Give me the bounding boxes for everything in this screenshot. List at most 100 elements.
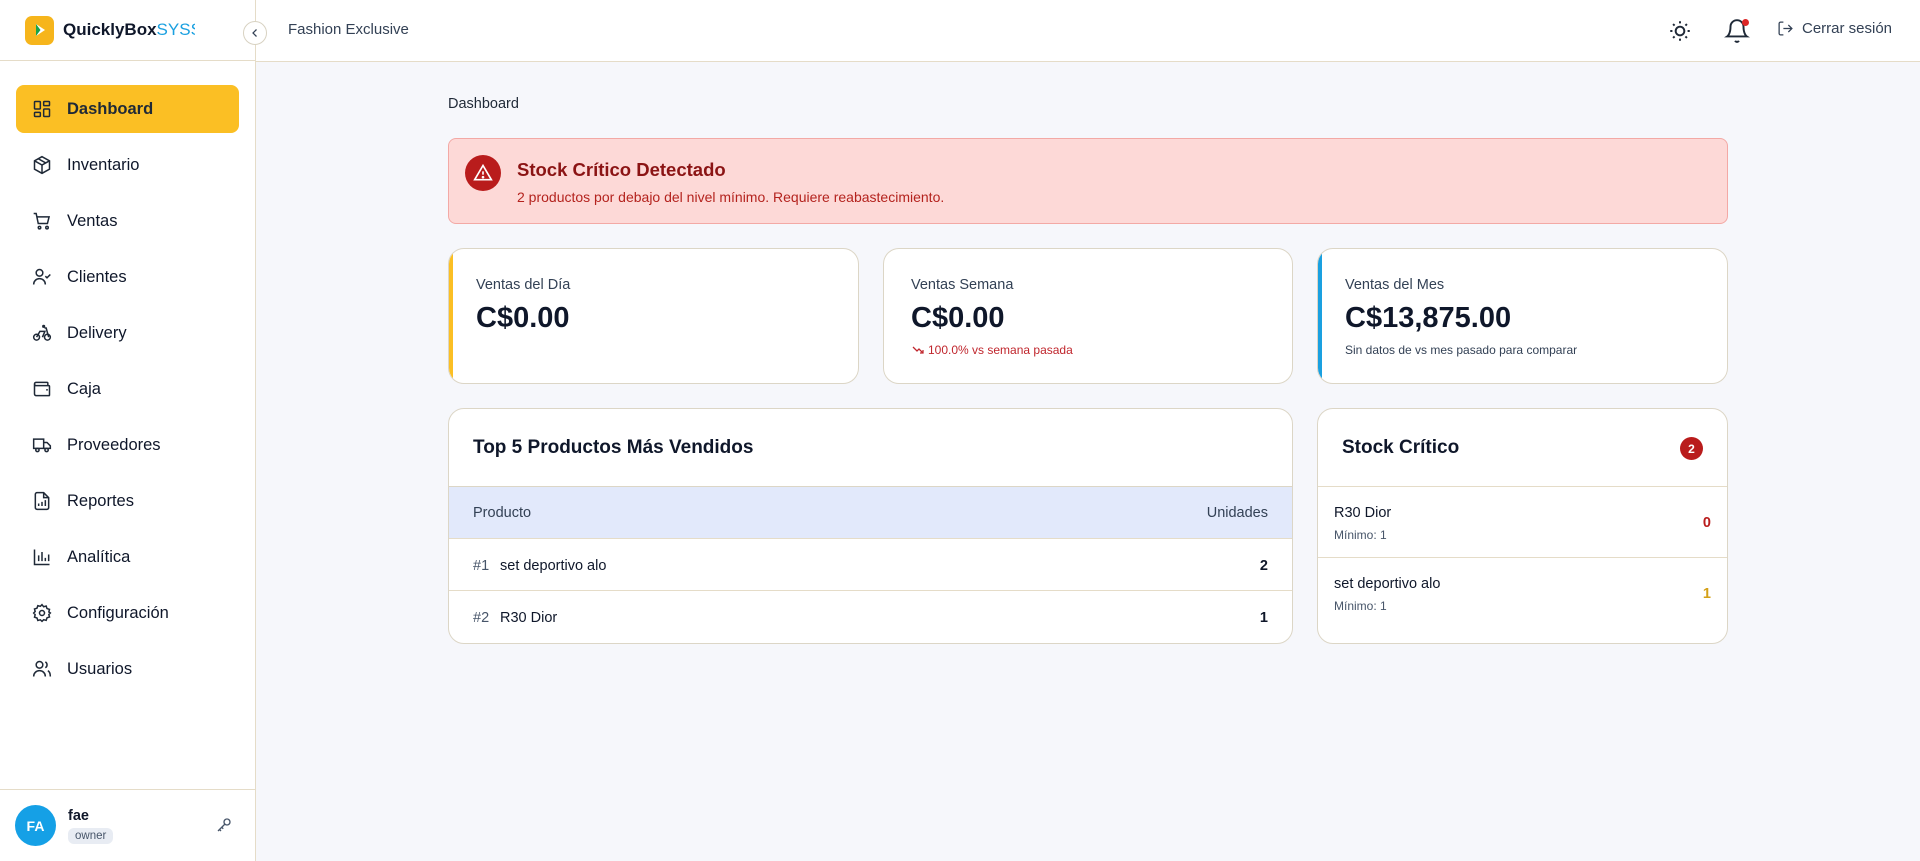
company-name: Fashion Exclusive	[288, 21, 409, 38]
sidebar-item-label: Delivery	[67, 323, 127, 342]
logout-label: Cerrar sesión	[1802, 20, 1893, 37]
stock-name: R30 Dior	[1334, 505, 1392, 521]
sidebar-item-dashboard[interactable]: Dashboard	[16, 85, 239, 133]
sidebar-item-clientes[interactable]: Clientes	[16, 253, 239, 301]
stat-value: C$0.00	[476, 302, 570, 334]
user-name: fae	[68, 807, 89, 824]
cart-icon	[33, 212, 51, 230]
table-header: Producto Unidades	[449, 486, 1292, 538]
sidebar-item-analitica[interactable]: Analítica	[16, 533, 239, 581]
user-profile: FA fae owner	[0, 789, 255, 861]
sidebar-item-caja[interactable]: Caja	[16, 365, 239, 413]
sidebar-item-label: Ventas	[67, 211, 118, 230]
sidebar-item-usuarios[interactable]: Usuarios	[16, 645, 239, 693]
trending-down-icon	[912, 346, 924, 354]
notifications-button[interactable]	[1724, 18, 1750, 44]
stat-trend-text: 100.0% vs semana pasada	[928, 343, 1073, 357]
sidebar-item-label: Reportes	[67, 491, 134, 510]
sidebar-item-delivery[interactable]: Delivery	[16, 309, 239, 357]
sidebar-item-ventas[interactable]: Ventas	[16, 197, 239, 245]
col-units: Unidades	[1206, 505, 1268, 521]
users-icon	[32, 660, 52, 677]
bike-icon	[32, 324, 52, 341]
stat-label: Ventas Semana	[911, 277, 1014, 293]
row-product: set deportivo alo	[500, 558, 607, 574]
sidebar-item-label: Inventario	[67, 155, 140, 174]
brand[interactable]: QuicklyBoxSYSS	[0, 0, 255, 61]
stat-card-day: Ventas del Día C$0.00	[448, 248, 859, 384]
card-accent	[449, 249, 453, 383]
stock-qty: 1	[1702, 586, 1711, 602]
avatar[interactable]: FA	[15, 805, 56, 846]
critical-stock-alert: Stock Crítico Detectado 2 productos por …	[448, 138, 1728, 224]
card-accent	[1318, 249, 1322, 383]
row-product: R30 Dior	[500, 610, 558, 626]
alert-title: Stock Crítico Detectado	[517, 159, 726, 180]
sidebar-nav: Dashboard Inventario Ventas Clientes Del…	[0, 61, 255, 725]
list-item[interactable]: R30 Dior Mínimo: 1 0	[1318, 486, 1727, 557]
sidebar-item-label: Clientes	[67, 267, 127, 286]
bar-chart-icon	[33, 549, 50, 566]
top-products-card: Top 5 Productos Más Vendidos Producto Un…	[448, 408, 1293, 644]
stat-trend: 100.0% vs semana pasada	[911, 343, 1073, 357]
package-icon	[33, 155, 51, 175]
stat-value: C$13,875.00	[1345, 302, 1512, 334]
breadcrumb: Dashboard	[448, 96, 519, 112]
sidebar-item-inventario[interactable]: Inventario	[16, 141, 239, 189]
sidebar-collapse-button[interactable]	[243, 21, 267, 45]
chevron-left-icon	[252, 29, 257, 37]
sidebar-item-label: Analítica	[67, 547, 131, 566]
table-row[interactable]: #2 R30 Dior 1	[449, 590, 1292, 642]
dashboard-icon	[33, 100, 51, 118]
theme-toggle-button[interactable]	[1667, 18, 1693, 44]
report-icon	[34, 491, 50, 511]
stock-min: Mínimo: 1	[1334, 528, 1387, 542]
sidebar-item-label: Configuración	[67, 603, 169, 622]
row-units: 2	[1259, 558, 1268, 574]
sidebar: QuicklyBoxSYSS Dashboard Inventario Vent…	[0, 0, 256, 861]
truck-icon	[32, 438, 52, 453]
brand-sub: SYSS	[156, 20, 195, 39]
sidebar-item-label: Usuarios	[67, 659, 133, 678]
key-icon[interactable]	[215, 816, 235, 836]
stock-min: Mínimo: 1	[1334, 599, 1387, 613]
row-rank: #2	[473, 610, 490, 626]
warning-icon	[465, 155, 501, 191]
stat-value: C$0.00	[911, 302, 1005, 334]
stat-card-week: Ventas Semana C$0.00 100.0% vs semana pa…	[883, 248, 1293, 384]
list-item[interactable]: set deportivo alo Mínimo: 1 1	[1318, 557, 1727, 628]
logout-button[interactable]: Cerrar sesión	[1777, 20, 1892, 37]
sidebar-item-reportes[interactable]: Reportes	[16, 477, 239, 525]
logout-icon	[1778, 21, 1793, 36]
brand-name: QuicklyBoxSYSS	[63, 20, 195, 40]
wallet-icon	[33, 381, 51, 397]
sidebar-item-label: Caja	[67, 379, 101, 398]
stock-name: set deportivo alo	[1334, 576, 1441, 592]
row-units: 1	[1259, 610, 1268, 626]
stat-label: Ventas del Día	[476, 277, 571, 293]
gear-icon	[32, 603, 52, 623]
sidebar-item-label: Dashboard	[67, 99, 154, 118]
sidebar-item-configuracion[interactable]: Configuración	[16, 589, 239, 637]
table-row[interactable]: #1 set deportivo alo 2	[449, 538, 1292, 590]
stat-note: Sin datos de vs mes pasado para comparar	[1345, 343, 1578, 357]
stat-label: Ventas del Mes	[1345, 277, 1445, 293]
sun-icon	[1670, 21, 1690, 41]
user-meta: fae owner	[68, 807, 114, 844]
user-check-icon	[32, 268, 51, 285]
user-role-badge: owner	[68, 827, 114, 844]
count-badge: 2	[1680, 437, 1703, 460]
alert-text: 2 productos por debajo del nivel mínimo.…	[517, 189, 945, 205]
stat-card-month: Ventas del Mes C$13,875.00 Sin datos de …	[1317, 248, 1728, 384]
col-product: Producto	[473, 505, 532, 521]
critical-stock-card: Stock Crítico 2 R30 Dior Mínimo: 1 0 set…	[1317, 408, 1728, 644]
row-rank: #1	[473, 558, 490, 574]
logo-icon	[25, 15, 54, 45]
card-title: Top 5 Productos Más Vendidos	[473, 437, 754, 458]
brand-main: QuicklyBox	[63, 20, 157, 39]
topbar: Fashion Exclusive Cerrar sesión	[256, 0, 1920, 62]
card-title: Stock Crítico	[1342, 437, 1460, 458]
sidebar-item-label: Proveedores	[67, 435, 161, 454]
notification-dot	[1742, 19, 1749, 26]
sidebar-item-proveedores[interactable]: Proveedores	[16, 421, 239, 469]
